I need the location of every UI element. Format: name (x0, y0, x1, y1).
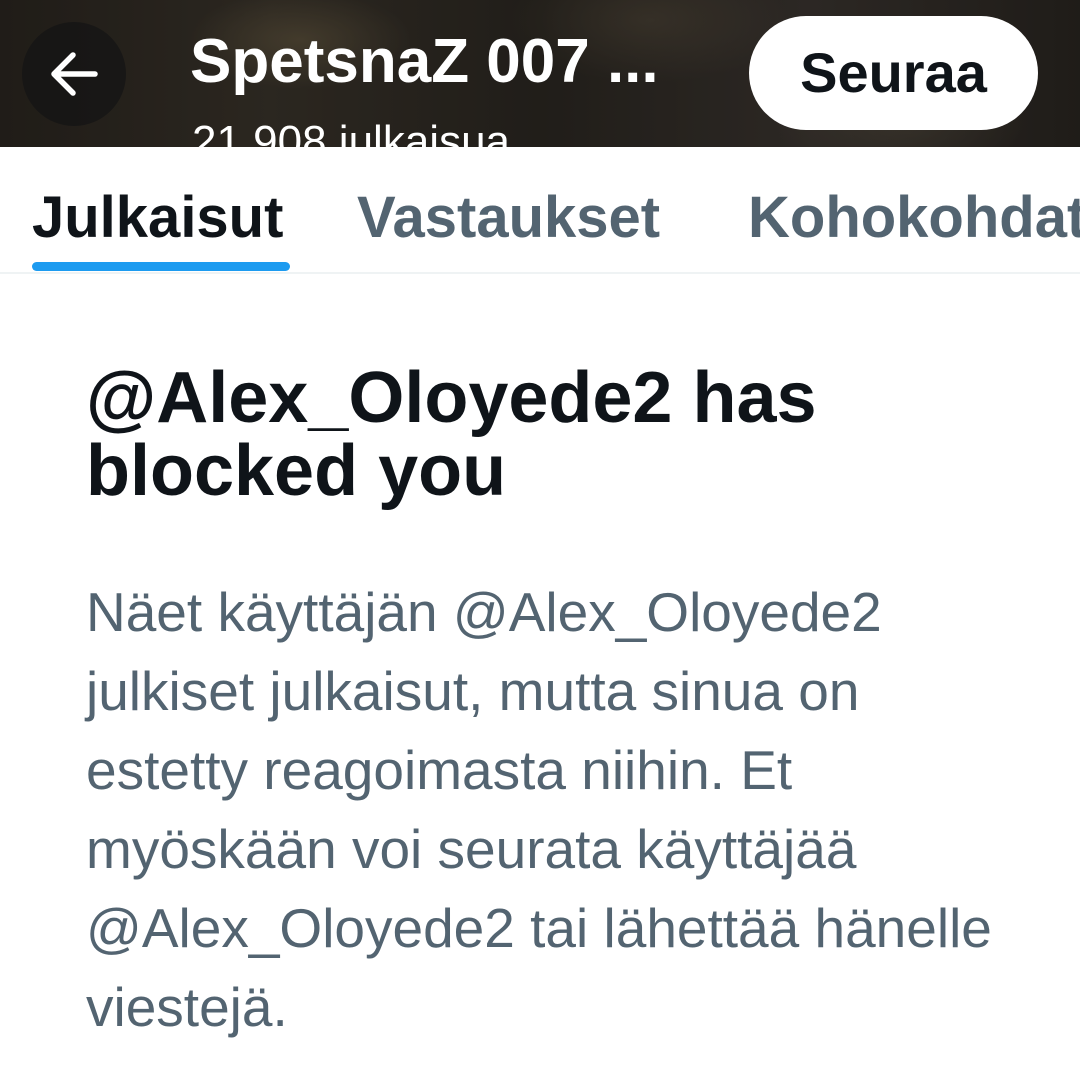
back-button[interactable] (22, 22, 126, 126)
blocked-description: Näet käyttäjän @Alex_Oloyede2 julkiset j… (86, 581, 992, 1038)
profile-header: SpetsnaZ 007 ... 21 908 julkaisua Seuraa (0, 0, 1080, 147)
tab-highlights[interactable]: Kohokohdat (748, 185, 1080, 251)
post-count: 21 908 julkaisua (192, 117, 511, 147)
active-tab-indicator (32, 262, 290, 271)
profile-tabs: Julkaisut Vastaukset Kohokohdat (0, 147, 1080, 274)
profile-name: SpetsnaZ 007 ... (190, 27, 659, 96)
tab-replies[interactable]: Vastaukset (357, 185, 660, 251)
follow-button[interactable]: Seuraa (749, 16, 1038, 130)
arrow-left-icon (51, 52, 98, 96)
blocked-title: @Alex_Oloyede2 has blocked you (86, 358, 817, 511)
profile-screen: SpetsnaZ 007 ... 21 908 julkaisua Seuraa… (0, 0, 1080, 1069)
tab-posts[interactable]: Julkaisut (32, 185, 283, 251)
